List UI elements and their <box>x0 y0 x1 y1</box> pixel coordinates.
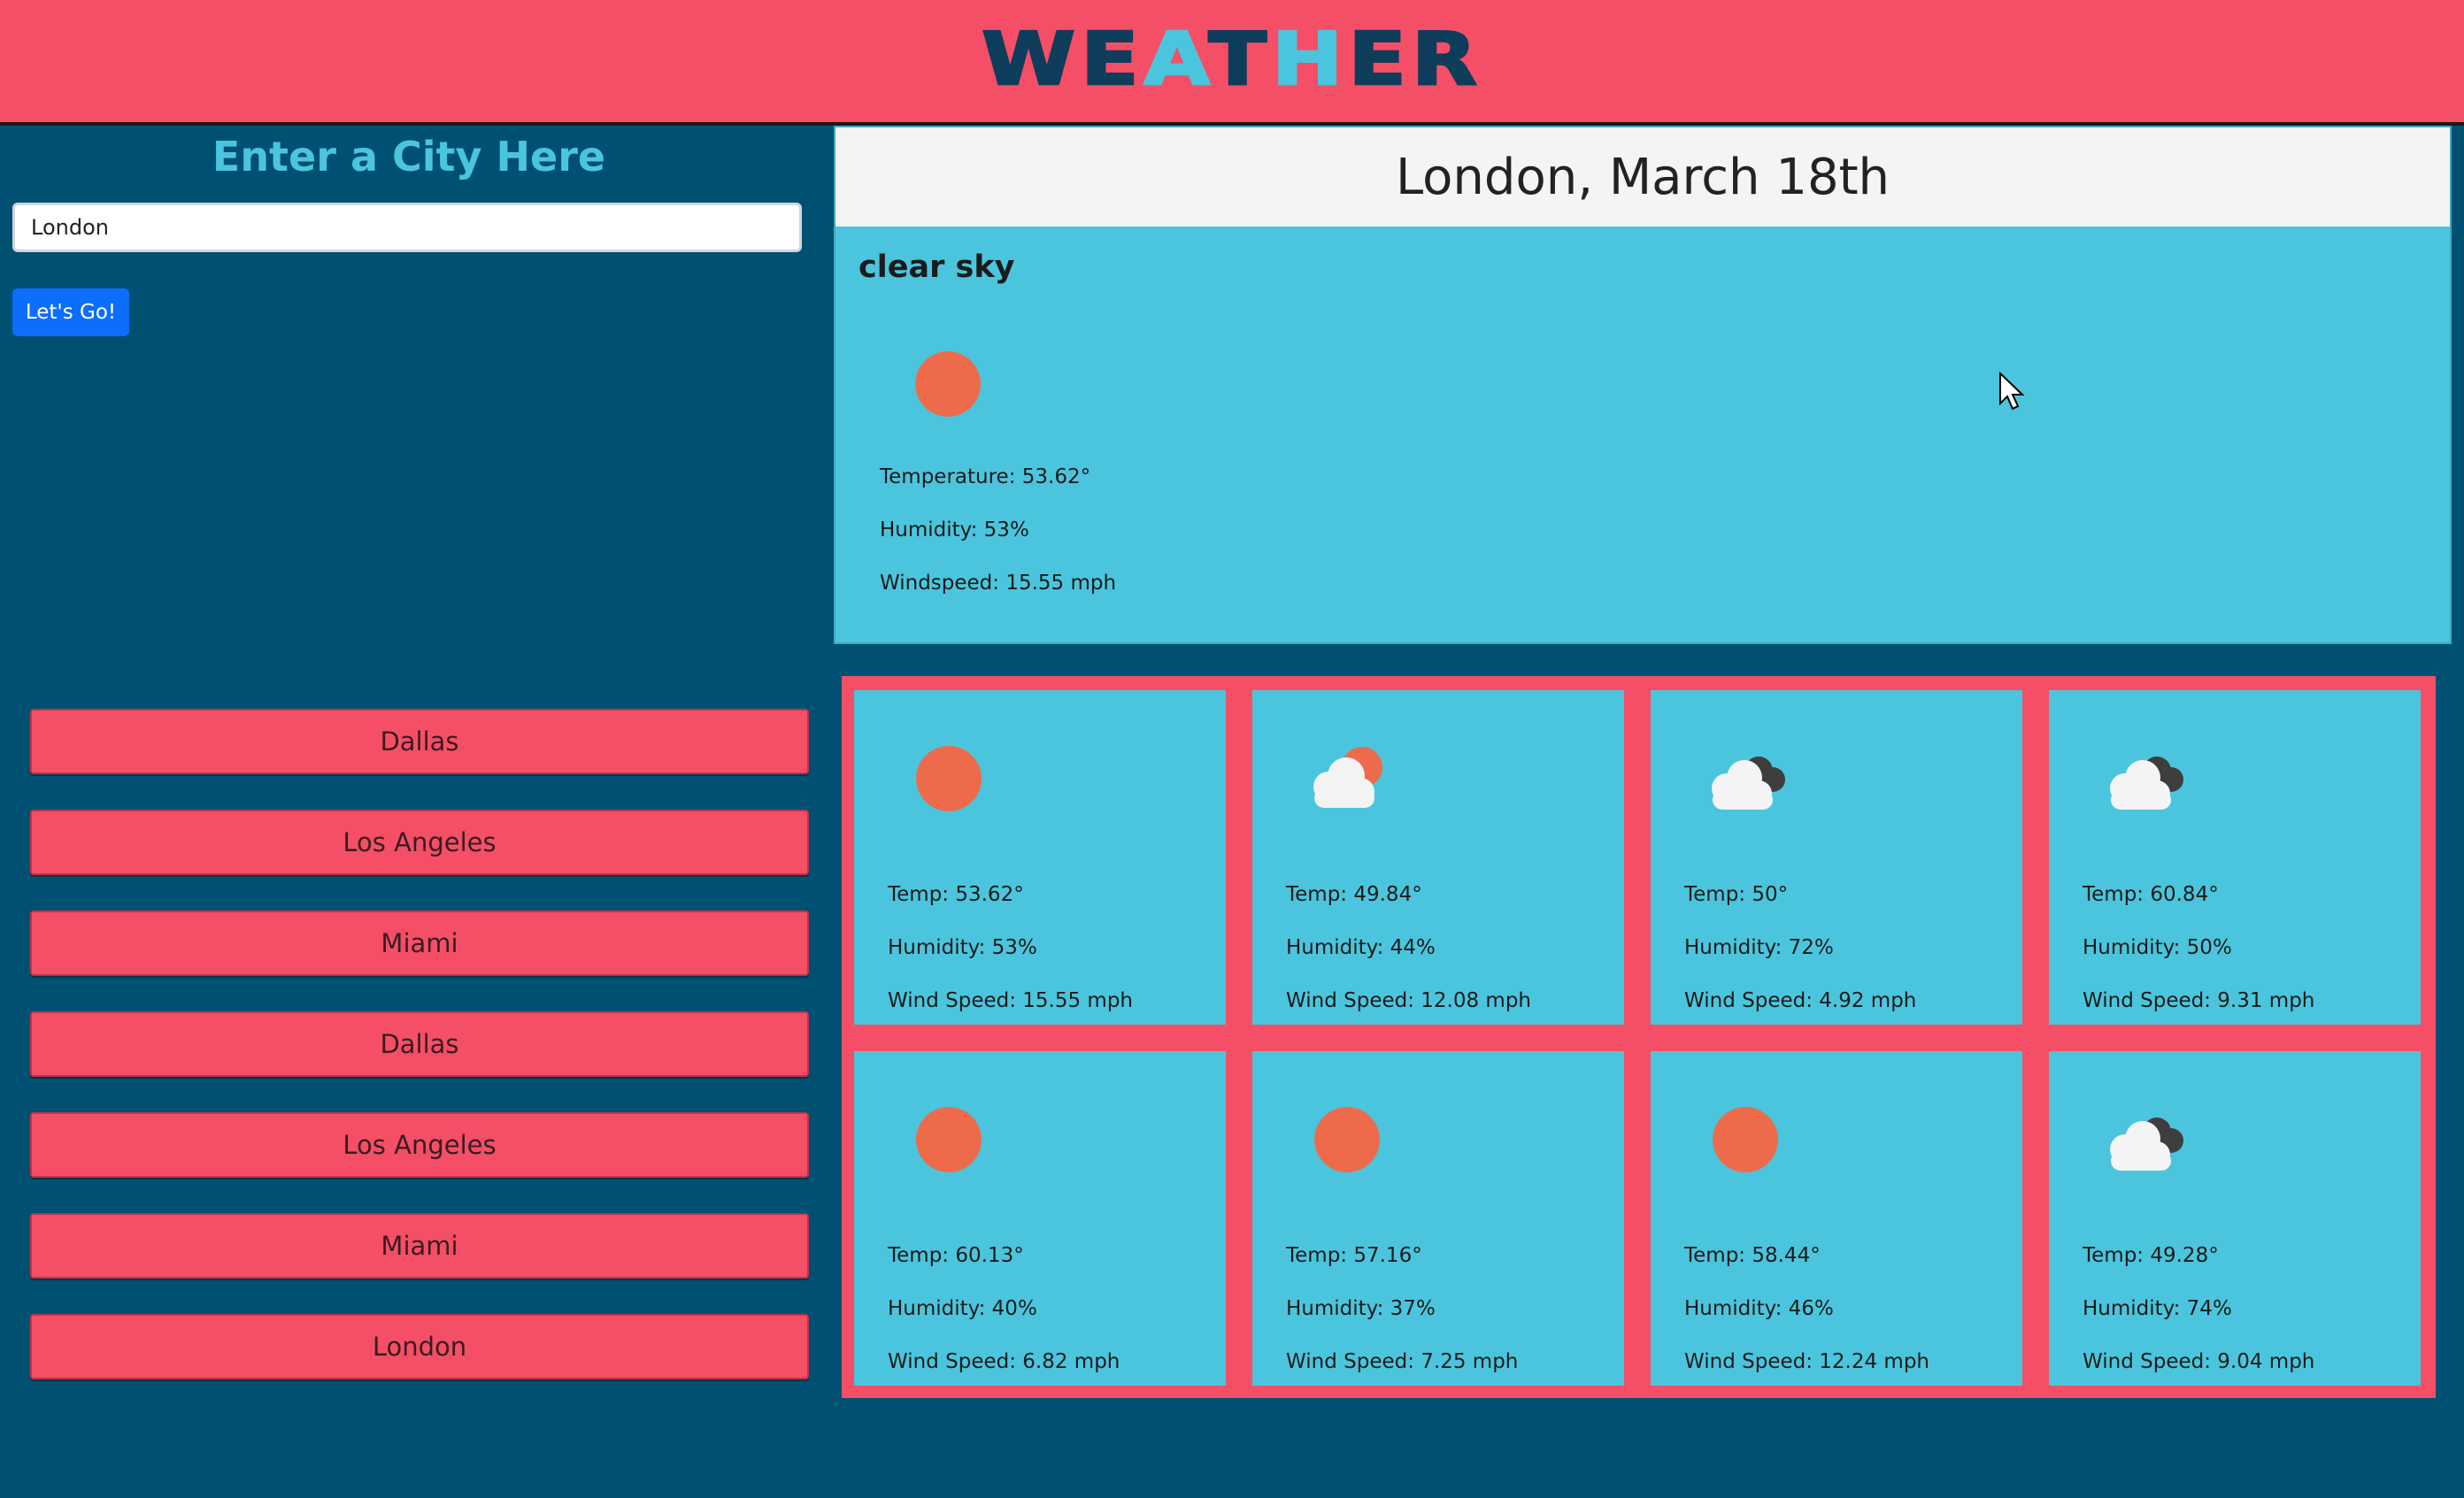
current-windspeed: Windspeed: 15.55 mph <box>880 572 1117 595</box>
history-city-button[interactable]: Los Angeles <box>30 1112 809 1178</box>
forecast-card: Temp: 57.16° Humidity: 37% Wind Speed: 7.2… <box>1252 1051 1624 1386</box>
forecast-temp: Temp: 50° <box>1684 883 1789 906</box>
forecast-temp: Temp: 57.16° <box>1286 1244 1422 1267</box>
forecast-temp: Temp: 60.84° <box>2083 883 2219 906</box>
logo-letter: H <box>1270 17 1349 102</box>
current-weather-card: London, March 18th clear sky Temperature… <box>835 127 2450 642</box>
forecast-humidity: Humidity: 53% <box>888 936 1037 959</box>
logo-letter: R <box>1410 17 1482 102</box>
forecast-humidity: Humidity: 50% <box>2083 936 2232 959</box>
forecast-card: Temp: 53.62° Humidity: 53% Wind Speed: 15.… <box>854 690 1226 1025</box>
current-city-date: London, March 18th <box>835 127 2450 227</box>
lets-go-button[interactable]: Let's Go! <box>12 288 129 336</box>
forecast-humidity: Humidity: 40% <box>888 1297 1037 1320</box>
forecast-wind: Wind Speed: 9.31 mph <box>2083 989 2315 1012</box>
history-city-button[interactable]: Dallas <box>30 1011 809 1077</box>
logo-letter: T <box>1207 17 1272 102</box>
forecast-card: Temp: 50° Humidity: 72% Wind Speed: 4.92 m… <box>1651 690 2022 1025</box>
forecast-wind: Wind Speed: 9.04 mph <box>2083 1350 2315 1373</box>
logo-letter: E <box>1347 17 1412 102</box>
forecast-card: Temp: 60.84° Humidity: 50% Wind Speed: 9.3… <box>2049 690 2421 1025</box>
forecast-humidity: Humidity: 37% <box>1286 1297 1436 1320</box>
forecast-card: Temp: 49.28° Humidity: 74% Wind Speed: 9.0… <box>2049 1051 2421 1386</box>
city-search-input[interactable] <box>12 203 802 252</box>
forecast-humidity: Humidity: 72% <box>1684 936 1834 959</box>
sun-icon <box>1695 1100 1801 1179</box>
partly-cloudy-icon <box>1297 739 1403 818</box>
sun-icon <box>898 1100 1005 1179</box>
sun-icon <box>1297 1100 1403 1179</box>
search-title: Enter a City Here <box>212 133 606 181</box>
broken-clouds-icon <box>1695 739 1801 818</box>
weather-description: clear sky <box>859 250 1015 285</box>
forecast-grid: Temp: 53.62° Humidity: 53% Wind Speed: 15.… <box>842 676 2436 1398</box>
forecast-card: Temp: 49.84° Humidity: 44% Wind Speed: 12.… <box>1252 690 1624 1025</box>
forecast-wind: Wind Speed: 15.55 mph <box>888 989 1134 1012</box>
forecast-humidity: Humidity: 74% <box>2083 1297 2232 1320</box>
current-temperature: Temperature: 53.62° <box>880 465 1091 488</box>
forecast-humidity: Humidity: 44% <box>1286 936 1436 959</box>
weather-logo: WEATHER <box>981 22 1482 96</box>
forecast-temp: Temp: 53.62° <box>888 883 1024 906</box>
mouse-cursor-icon <box>1999 372 2025 411</box>
sun-icon <box>898 739 1005 818</box>
forecast-card: Temp: 60.13° Humidity: 40% Wind Speed: 6.8… <box>854 1051 1226 1386</box>
history-city-button[interactable]: London <box>30 1314 809 1379</box>
app-header: WEATHER <box>0 0 2464 126</box>
current-humidity: Humidity: 53% <box>880 519 1029 542</box>
forecast-temp: Temp: 58.44° <box>1684 1244 1821 1267</box>
forecast-temp: Temp: 60.13° <box>888 1244 1024 1267</box>
forecast-wind: Wind Speed: 12.08 mph <box>1286 989 1532 1012</box>
sun-icon <box>915 351 981 417</box>
forecast-wind: Wind Speed: 4.92 mph <box>1684 989 1917 1012</box>
forecast-wind: Wind Speed: 6.82 mph <box>888 1350 1120 1373</box>
forecast-card: Temp: 58.44° Humidity: 46% Wind Speed: 12.… <box>1651 1051 2022 1386</box>
history-city-button[interactable]: Miami <box>30 910 809 976</box>
history-city-button[interactable]: Dallas <box>30 709 809 774</box>
search-history-list: Dallas Los Angeles Miami Dallas Los Ange… <box>30 709 809 1379</box>
history-city-button[interactable]: Miami <box>30 1213 809 1279</box>
logo-letter: E <box>1080 17 1144 102</box>
logo-letter: W <box>981 17 1082 102</box>
forecast-wind: Wind Speed: 12.24 mph <box>1684 1350 1930 1373</box>
forecast-wind: Wind Speed: 7.25 mph <box>1286 1350 1519 1373</box>
history-city-button[interactable]: Los Angeles <box>30 810 809 875</box>
broken-clouds-icon <box>2093 1100 2199 1179</box>
forecast-temp: Temp: 49.28° <box>2083 1244 2219 1267</box>
forecast-humidity: Humidity: 46% <box>1684 1297 1834 1320</box>
forecast-temp: Temp: 49.84° <box>1286 883 1422 906</box>
broken-clouds-icon <box>2093 739 2199 818</box>
logo-letter: A <box>1143 17 1209 102</box>
